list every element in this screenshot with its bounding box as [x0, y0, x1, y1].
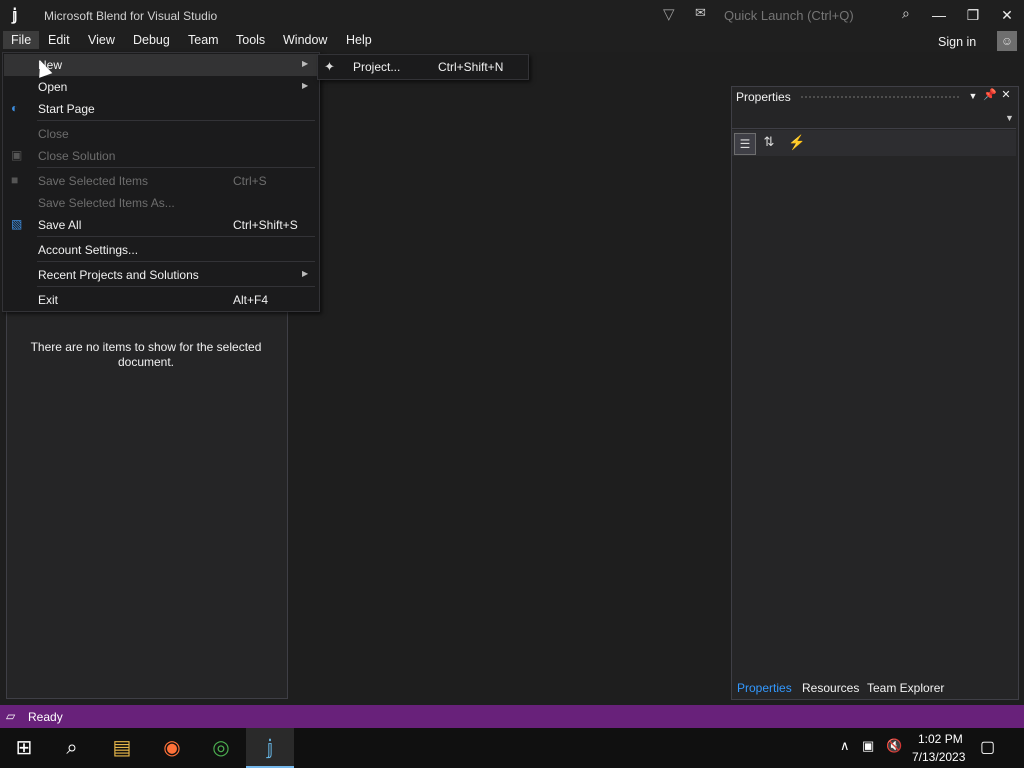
windows-start-icon[interactable]: ⊞ — [0, 728, 48, 768]
categorize-icon[interactable]: ☰ — [734, 133, 756, 155]
quick-launch-input[interactable] — [720, 3, 931, 27]
save-all-icon: ▧ — [11, 217, 23, 231]
sign-in-link[interactable]: Sign in — [938, 35, 976, 49]
menu-item-recent-projects[interactable]: Recent Projects and Solutions ▶ — [4, 264, 318, 286]
menu-item-save-all[interactable]: ▧ Save All Ctrl+Shift+S — [4, 214, 318, 236]
panel-grip[interactable] — [800, 95, 960, 99]
minimize-button[interactable]: — — [922, 0, 956, 30]
menu-item-label: Account Settings... — [38, 243, 139, 257]
menu-item-label: Recent Projects and Solutions — [38, 268, 199, 282]
search-icon[interactable]: ⌕ — [48, 728, 96, 768]
menu-separator — [37, 120, 315, 121]
firefox-icon[interactable]: ◉ — [148, 728, 196, 768]
blend-taskbar-icon[interactable]: 𝕛 — [246, 728, 294, 768]
pin-icon[interactable]: 📌 — [983, 88, 997, 101]
close-button[interactable]: ✕ — [990, 0, 1024, 30]
status-bar — [0, 705, 1024, 728]
menu-item-label: Open — [38, 80, 68, 94]
events-icon[interactable]: ⚡ — [788, 134, 806, 154]
save-icon: ■ — [11, 173, 19, 187]
tab-team-explorer[interactable]: Team Explorer — [867, 681, 944, 695]
menu-item-save-selected-as[interactable]: Save Selected Items As... — [4, 192, 318, 214]
filter-icon[interactable]: ▽ — [663, 5, 679, 23]
menu-debug[interactable]: Debug — [133, 33, 170, 47]
menu-item-label: Save All — [38, 218, 82, 232]
menu-item-account-settings[interactable]: Account Settings... — [4, 239, 318, 261]
menu-item-label: Save Selected Items As... — [38, 196, 175, 210]
menu-item-label: Exit — [38, 293, 59, 307]
status-icon: ▱ — [6, 709, 16, 723]
menu-item-shortcut: Alt+F4 — [233, 293, 269, 307]
tab-resources[interactable]: Resources — [802, 681, 859, 695]
menu-separator — [37, 167, 315, 168]
menu-item-label: Start Page — [38, 102, 95, 116]
chrome-icon[interactable]: ◎ — [197, 728, 245, 768]
file-menu-dropdown: New ▶ Open ▶ ◐ Start Page Close ▣ Close … — [2, 52, 320, 312]
search-icon[interactable]: ⌕ — [902, 5, 910, 22]
menu-item-close-solution[interactable]: ▣ Close Solution — [4, 145, 318, 167]
submenu-item-shortcut: Ctrl+Shift+N — [438, 60, 504, 74]
menu-team[interactable]: Team — [188, 33, 219, 47]
menu-tools[interactable]: Tools — [236, 33, 265, 47]
chevron-down-icon[interactable]: ▼ — [1005, 113, 1014, 123]
sort-alpha-icon[interactable]: ⇅ — [760, 134, 778, 154]
menu-item-label: Close Solution — [38, 149, 116, 163]
menu-item-save-selected[interactable]: ■ Save Selected Items Ctrl+S — [4, 170, 318, 192]
tab-properties[interactable]: Properties — [737, 681, 792, 695]
menu-help[interactable]: Help — [346, 33, 372, 47]
chevron-up-icon[interactable]: ∧ — [840, 738, 850, 754]
menu-view[interactable]: View — [88, 33, 115, 47]
properties-selector[interactable] — [732, 108, 1016, 129]
start-page-icon: ◐ — [11, 101, 19, 115]
dropdown-icon[interactable]: ▼ — [966, 91, 980, 101]
properties-title: Properties — [736, 90, 791, 104]
feedback-icon[interactable]: ✉ — [695, 5, 713, 23]
notification-icon[interactable]: ▢ — [980, 737, 995, 757]
menu-item-open[interactable]: Open ▶ — [4, 76, 318, 98]
clock-time[interactable]: 1:02 PM — [918, 732, 963, 746]
menu-separator — [37, 261, 315, 262]
submenu-arrow-icon: ▶ — [302, 59, 309, 68]
menu-separator — [37, 236, 315, 237]
menu-window[interactable]: Window — [283, 33, 327, 47]
menu-item-shortcut: Ctrl+Shift+S — [233, 218, 298, 232]
menu-item-start-page[interactable]: ◐ Start Page — [4, 98, 318, 120]
account-icon[interactable]: ☺ — [997, 31, 1017, 51]
menu-edit[interactable]: Edit — [48, 33, 70, 47]
new-project-icon: ✦ — [324, 59, 335, 74]
restore-button[interactable]: ❐ — [956, 0, 990, 30]
menu-item-label: Close — [38, 127, 69, 141]
blend-logo-icon: 𝕛 — [12, 7, 18, 24]
menu-item-label: Save Selected Items — [38, 174, 149, 188]
menu-separator — [37, 286, 315, 287]
window-title: Microsoft Blend for Visual Studio — [44, 9, 218, 23]
empty-message: There are no items to show for the selec… — [30, 340, 262, 369]
volume-muted-icon[interactable]: 🔇 — [886, 738, 902, 754]
menu-item-exit[interactable]: Exit Alt+F4 — [4, 289, 318, 311]
submenu-arrow-icon: ▶ — [302, 269, 309, 278]
clock-date[interactable]: 7/13/2023 — [912, 750, 965, 764]
file-explorer-icon[interactable]: ▤ — [98, 728, 146, 768]
network-icon[interactable]: ▣ — [862, 738, 874, 754]
properties-panel — [731, 86, 1019, 700]
status-text: Ready — [28, 710, 63, 724]
close-solution-icon: ▣ — [11, 148, 23, 162]
submenu-item-project[interactable]: Project... — [353, 60, 400, 74]
menu-file[interactable]: File — [3, 31, 40, 49]
menu-item-shortcut: Ctrl+S — [233, 174, 267, 188]
close-icon[interactable]: ✕ — [999, 88, 1013, 101]
submenu-arrow-icon: ▶ — [302, 81, 309, 90]
menu-item-close[interactable]: Close — [4, 123, 318, 145]
